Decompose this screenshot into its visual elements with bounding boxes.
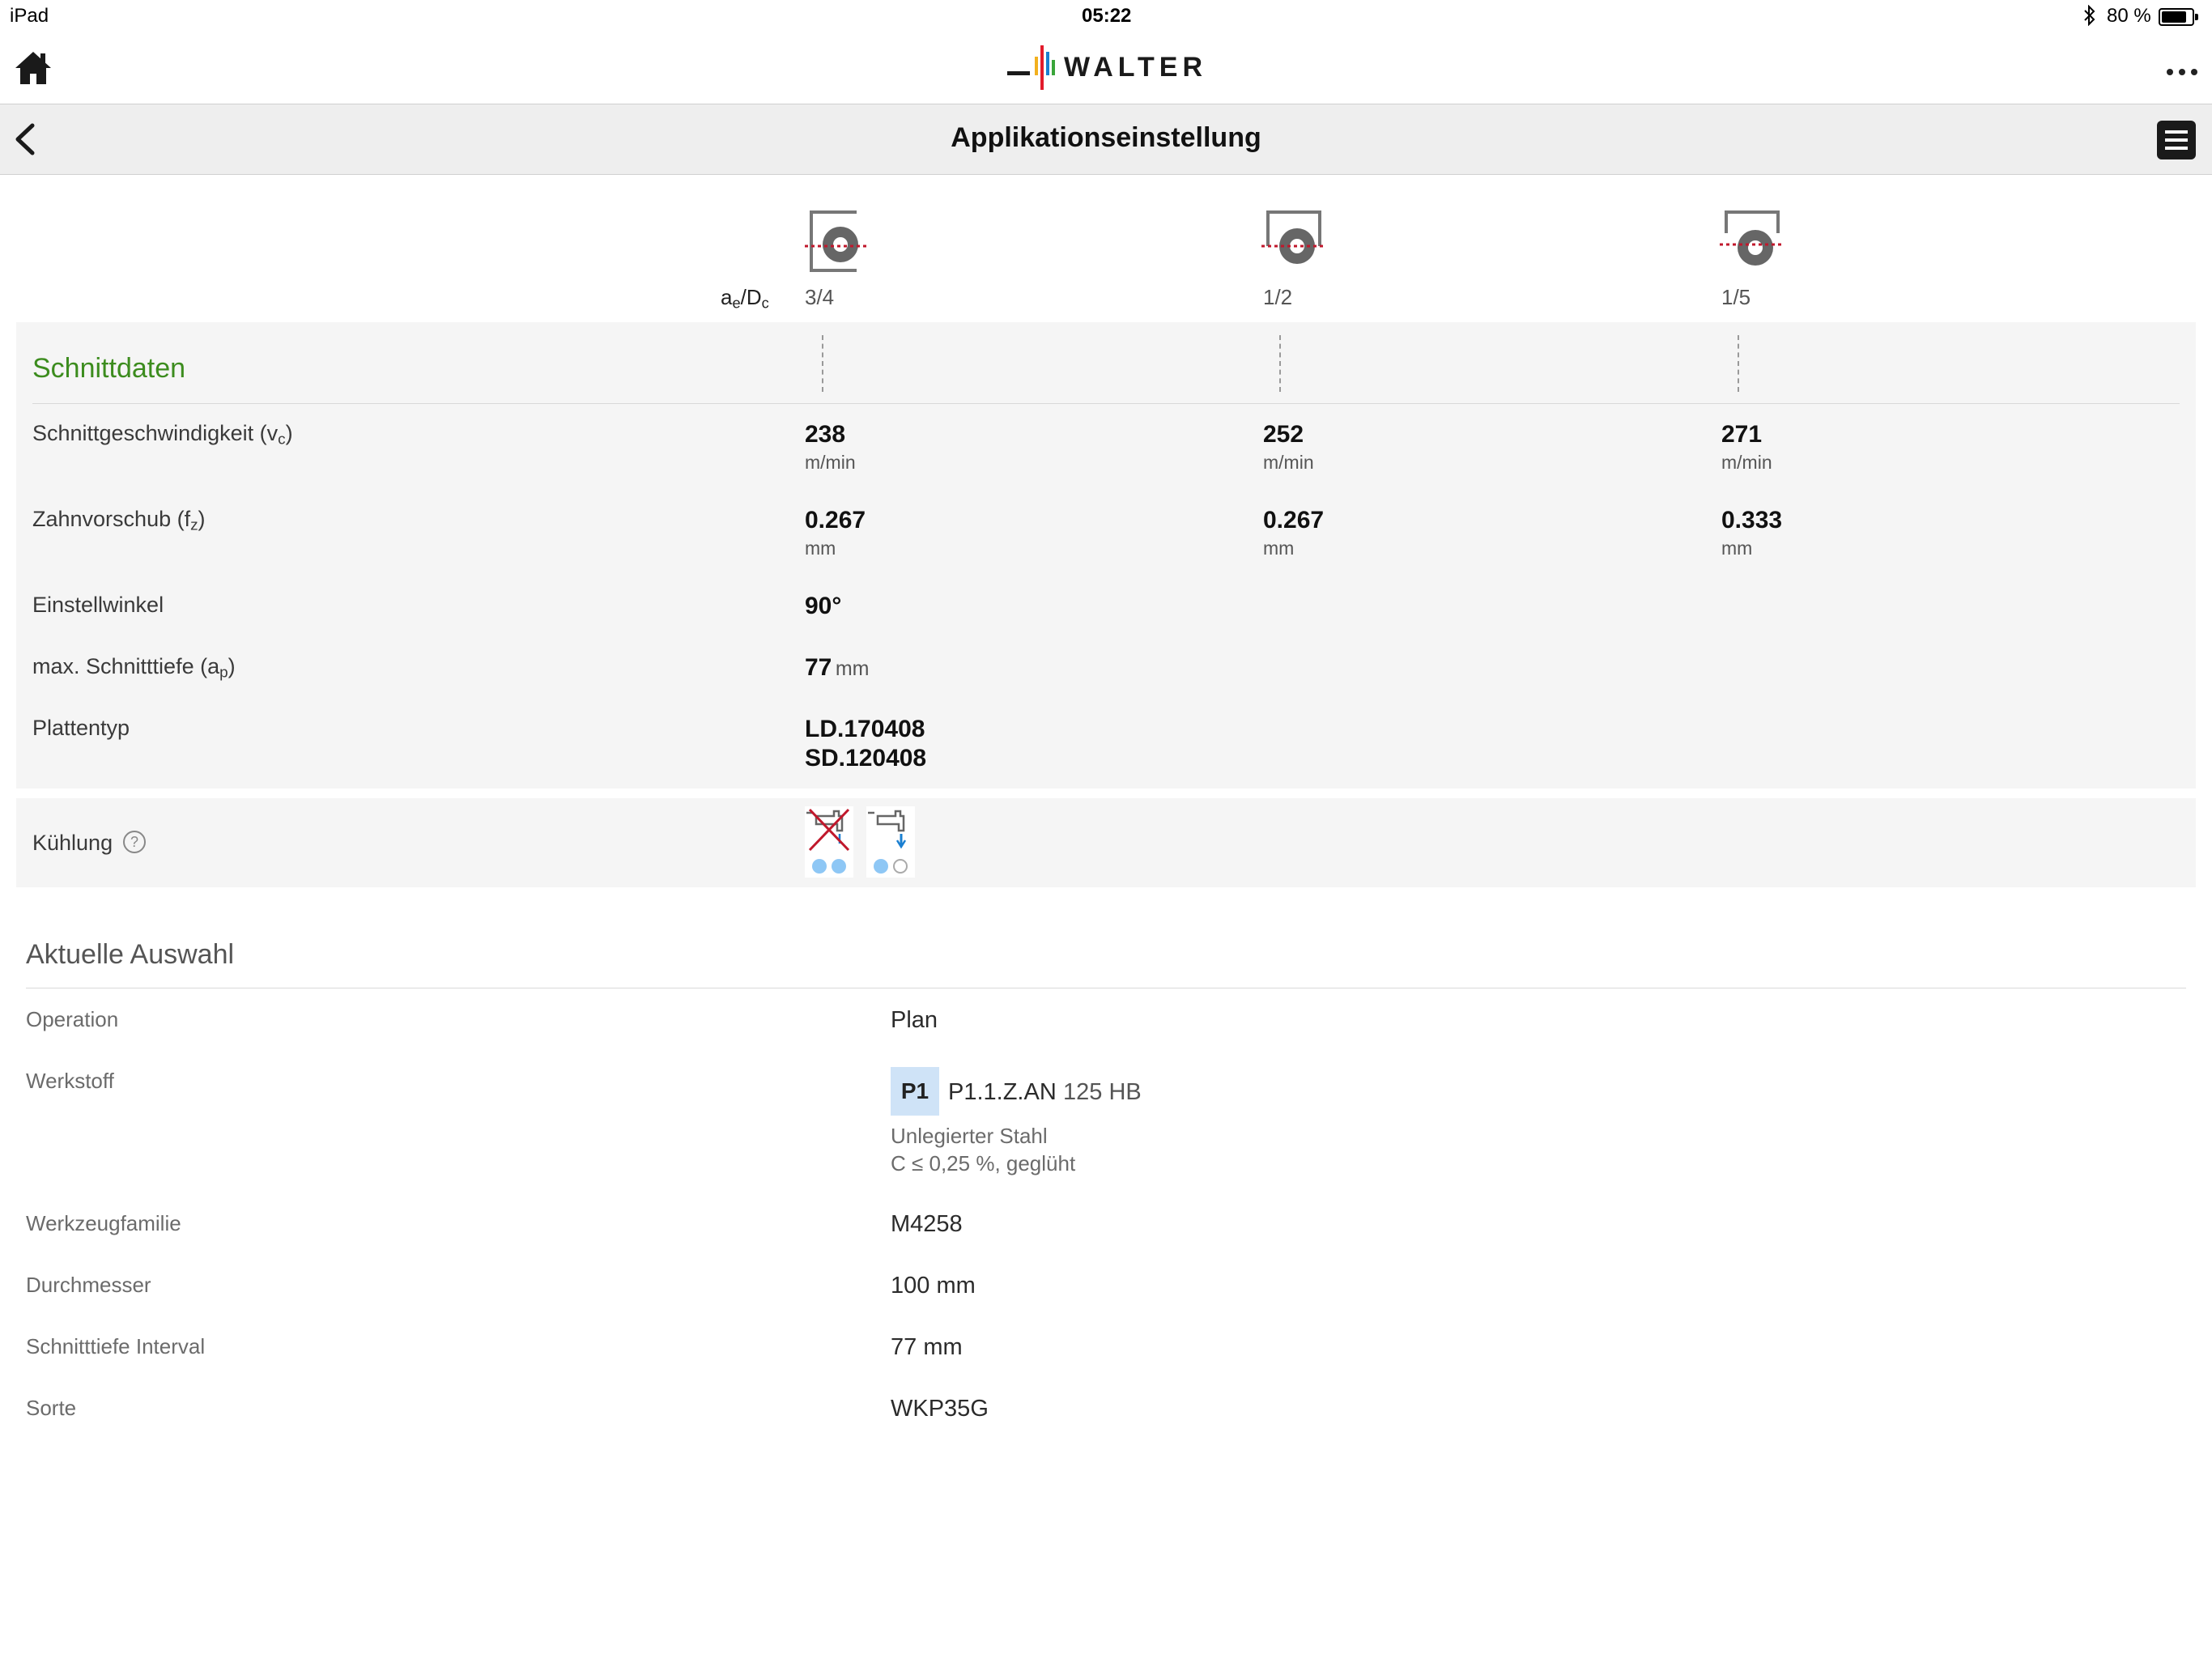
werkzeugfamilie-label: Werkzeugfamilie	[26, 1211, 181, 1235]
ratio-1-2: 1/2	[1263, 285, 1293, 309]
material-hardness: 125 HB	[1063, 1079, 1142, 1105]
fz-value-2: 0.267	[1263, 507, 1325, 534]
battery-icon	[2159, 8, 2198, 26]
fz-unit-3: mm	[1721, 538, 1753, 559]
home-icon[interactable]	[13, 47, 53, 91]
schnittdaten-panel	[16, 322, 2196, 789]
plattentyp-value-1: LD.170408	[805, 716, 925, 742]
fz-value-3: 0.333	[1721, 507, 1783, 534]
werkzeugfamilie-value: M4258	[891, 1211, 963, 1237]
vc-unit-2: m/min	[1263, 452, 1314, 473]
einstellwinkel-label: Einstellwinkel	[32, 593, 164, 617]
dry-cooling-icon[interactable]	[805, 806, 853, 878]
material-desc-2: C ≤ 0,25 %, geglüht	[891, 1151, 1076, 1175]
divider	[32, 403, 2180, 404]
ratio-1-5: 1/5	[1721, 285, 1751, 309]
status-time: 05:22	[1082, 5, 1132, 27]
plattentyp-value-2: SD.120408	[805, 745, 927, 772]
plattentyp-label: Plattentyp	[32, 716, 130, 740]
vc-value-2: 252	[1263, 421, 1304, 448]
more-icon[interactable]	[2167, 65, 2203, 79]
werkstoff-label: Werkstoff	[26, 1069, 114, 1093]
help-icon[interactable]: ?	[123, 831, 146, 853]
menu-icon[interactable]	[2157, 121, 2196, 164]
material-badge: P1	[891, 1067, 939, 1116]
material-desc-1: Unlegierter Stahl	[891, 1124, 1048, 1148]
fz-unit-1: mm	[805, 538, 836, 559]
sorte-value: WKP35G	[891, 1396, 989, 1422]
divider-dashed	[822, 335, 823, 392]
auswahl-title: Aktuelle Auswahl	[26, 939, 235, 970]
schnitttiefe-value: 77 mm	[891, 1334, 963, 1360]
fz-value-1: 0.267	[805, 507, 866, 534]
durchmesser-value: 100 mm	[891, 1273, 976, 1299]
logo-text: WALTER	[1064, 52, 1208, 83]
vc-label: Schnittgeschwindigkeit (vc)	[32, 421, 293, 449]
schnittdaten-title: Schnittdaten	[32, 353, 186, 384]
page-title: Applikationseinstellung	[951, 122, 1261, 153]
ratio-3-4: 3/4	[805, 285, 835, 309]
milling-1-2-icon[interactable]	[1261, 209, 1326, 278]
status-device: iPad	[10, 5, 49, 27]
title-bar: Applikationseinstellung	[0, 104, 2212, 175]
bluetooth-icon	[2082, 4, 2097, 30]
battery-percent: 80 %	[2107, 5, 2151, 27]
material-code: P1.1.Z.AN	[948, 1079, 1057, 1105]
wet-cooling-icon[interactable]	[866, 806, 915, 878]
fz-label: Zahnvorschub (fz)	[32, 507, 206, 534]
vc-value-3: 271	[1721, 421, 1763, 448]
ap-value: 77 mm	[805, 654, 870, 681]
vc-unit-3: m/min	[1721, 452, 1772, 473]
ae-dc-label: ae/Dc	[721, 285, 769, 312]
operation-label: Operation	[26, 1007, 119, 1031]
ap-label: max. Schnitttiefe (ap)	[32, 654, 236, 682]
divider-dashed	[1279, 335, 1281, 392]
operation-value: Plan	[891, 1007, 938, 1033]
kuehlung-label: Kühlung	[32, 831, 113, 855]
vc-unit-1: m/min	[805, 452, 856, 473]
schnitttiefe-label: Schnitttiefe Interval	[26, 1334, 206, 1358]
vc-value-1: 238	[805, 421, 846, 448]
durchmesser-label: Durchmesser	[26, 1273, 151, 1297]
milling-1-5-icon[interactable]	[1720, 209, 1784, 278]
milling-3-4-icon[interactable]	[805, 209, 870, 278]
divider-dashed	[1738, 335, 1739, 392]
sorte-label: Sorte	[26, 1396, 77, 1420]
fz-unit-2: mm	[1263, 538, 1295, 559]
kuehlung-panel	[16, 798, 2196, 887]
einstellwinkel-value: 90°	[805, 593, 842, 619]
